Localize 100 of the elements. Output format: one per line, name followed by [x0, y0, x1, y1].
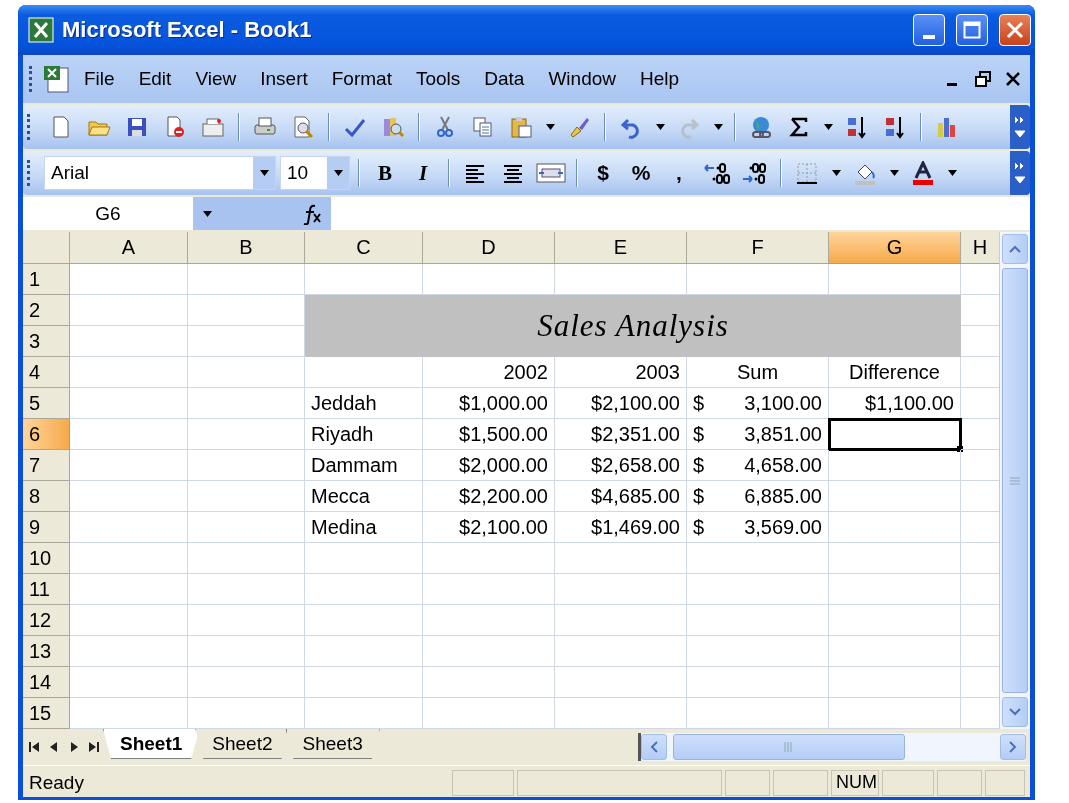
empty-cell[interactable] [188, 419, 305, 450]
caret-icon[interactable] [823, 124, 833, 130]
empty-cell[interactable] [188, 264, 305, 295]
row-header[interactable]: 11 [23, 574, 70, 605]
scroll-down-button[interactable] [1002, 697, 1028, 727]
empty-cell[interactable] [188, 450, 305, 481]
copy-icon[interactable] [471, 115, 495, 139]
row-header[interactable]: 5 [23, 388, 70, 419]
row-header[interactable]: 10 [23, 543, 70, 574]
percent-button[interactable]: % [624, 156, 658, 190]
column-header[interactable]: B [188, 232, 305, 264]
scroll-left-button[interactable] [641, 734, 667, 760]
empty-cell[interactable] [423, 698, 555, 729]
row-header[interactable]: 12 [23, 605, 70, 636]
sort-descending-icon[interactable] [883, 115, 907, 139]
empty-cell[interactable] [188, 543, 305, 574]
scroll-thumb[interactable] [673, 734, 905, 760]
scroll-thumb[interactable] [1002, 268, 1028, 693]
empty-cell[interactable] [188, 481, 305, 512]
menu-item[interactable]: File [72, 68, 127, 90]
row-header[interactable]: 13 [23, 636, 70, 667]
previous-sheet-icon[interactable] [49, 742, 59, 752]
empty-cell[interactable] [829, 481, 961, 512]
column-header[interactable]: D [423, 232, 555, 264]
empty-cell[interactable] [829, 698, 961, 729]
row-header[interactable]: 7 [23, 450, 70, 481]
books-magnifier-icon[interactable] [381, 115, 405, 139]
row-header[interactable]: 2 [23, 295, 70, 326]
function-icon[interactable] [301, 202, 323, 225]
caret-icon[interactable] [947, 170, 957, 176]
close-button[interactable] [999, 14, 1031, 46]
first-sheet-icon[interactable] [29, 742, 39, 752]
row-header[interactable]: 4 [23, 357, 70, 388]
maximize-button[interactable] [956, 14, 988, 46]
row-header[interactable]: 9 [23, 512, 70, 543]
font-color-icon[interactable] [911, 161, 935, 185]
caret-icon[interactable] [545, 124, 555, 130]
empty-cell[interactable] [829, 574, 961, 605]
empty-cell[interactable] [188, 667, 305, 698]
minimize-button[interactable] [913, 14, 945, 46]
menu-item[interactable]: View [183, 68, 249, 90]
menu-item[interactable]: Edit [126, 68, 184, 90]
empty-cell[interactable] [423, 605, 555, 636]
empty-cell[interactable] [188, 357, 305, 388]
toolbar-options-button[interactable] [1010, 151, 1030, 195]
next-sheet-icon[interactable] [69, 742, 79, 752]
column-header[interactable]: G [829, 232, 961, 264]
font-name-field[interactable]: Arial [44, 156, 276, 190]
row-header[interactable]: 8 [23, 481, 70, 512]
globe-link-icon[interactable] [749, 115, 773, 139]
caret-icon[interactable] [713, 124, 723, 130]
row-header[interactable]: 3 [23, 326, 70, 357]
caret-icon[interactable] [831, 170, 841, 176]
row-header[interactable]: 1 [23, 264, 70, 295]
caret-icon[interactable] [889, 170, 899, 176]
menu-item[interactable]: Window [536, 68, 628, 90]
menu-item[interactable]: Data [472, 68, 537, 90]
scroll-right-button[interactable] [1000, 734, 1026, 760]
empty-cell[interactable] [188, 636, 305, 667]
active-cell[interactable] [829, 419, 961, 450]
toolbar-options-button[interactable] [1010, 105, 1030, 149]
row-header[interactable]: 14 [23, 667, 70, 698]
fill-handle[interactable] [957, 446, 963, 452]
caret-icon[interactable] [203, 210, 212, 217]
clipboard-icon[interactable] [509, 115, 533, 139]
empty-cell[interactable] [555, 698, 687, 729]
empty-cell[interactable] [687, 543, 829, 574]
empty-cell[interactable] [829, 636, 961, 667]
email-icon[interactable] [201, 115, 225, 139]
column-header[interactable]: A [70, 232, 188, 264]
empty-cell[interactable] [687, 605, 829, 636]
row-header[interactable]: 15 [23, 698, 70, 729]
empty-cell[interactable] [305, 636, 423, 667]
column-header[interactable]: C [305, 232, 423, 264]
empty-cell[interactable] [555, 543, 687, 574]
increase-decimal-icon[interactable] [702, 161, 732, 185]
empty-cell[interactable] [829, 605, 961, 636]
empty-cell[interactable] [555, 636, 687, 667]
row-header[interactable]: 6 [23, 419, 70, 450]
empty-cell[interactable] [188, 605, 305, 636]
sheet-tab[interactable]: Sheet1 [103, 729, 200, 759]
close-icon[interactable] [1004, 70, 1022, 88]
empty-cell[interactable] [188, 512, 305, 543]
caret-icon[interactable] [333, 170, 343, 176]
empty-cell[interactable] [829, 543, 961, 574]
empty-cell[interactable] [305, 667, 423, 698]
italic-button[interactable]: I [406, 156, 440, 190]
empty-cell[interactable] [829, 512, 961, 543]
empty-cell[interactable] [423, 574, 555, 605]
empty-cell[interactable] [555, 667, 687, 698]
column-header[interactable]: H [961, 232, 999, 264]
empty-cell[interactable] [555, 605, 687, 636]
empty-cell[interactable] [687, 574, 829, 605]
font-size-field[interactable]: 10 [280, 156, 350, 190]
workbook-icon[interactable] [42, 64, 72, 94]
restore-icon[interactable] [974, 70, 992, 88]
print-preview-icon[interactable] [291, 115, 315, 139]
empty-cell[interactable] [687, 698, 829, 729]
column-header[interactable]: E [555, 232, 687, 264]
empty-cell[interactable] [188, 574, 305, 605]
